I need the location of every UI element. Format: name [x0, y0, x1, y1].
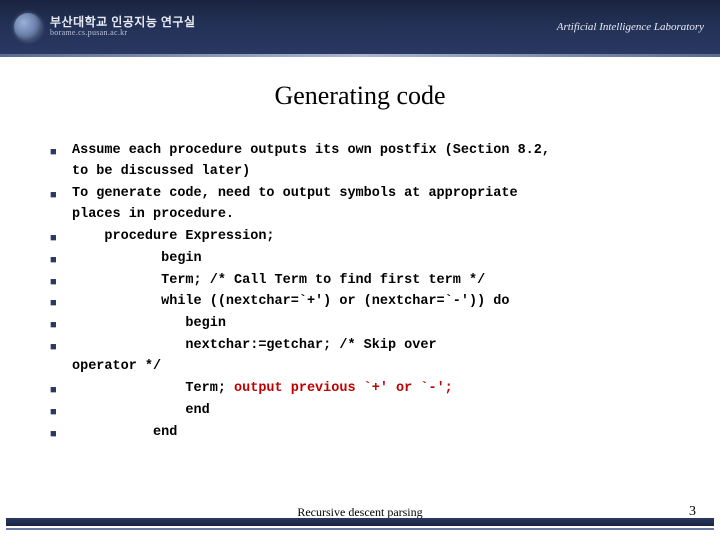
footer-bars [0, 518, 720, 530]
org-url: borame.cs.pusan.ac.kr [50, 29, 195, 38]
bullet-text: end [72, 423, 680, 444]
bullet-item: ■ procedure Expression; [50, 227, 680, 248]
bullet-item: ■ Assume each procedure outputs its own … [50, 141, 680, 183]
bullet-item: ■ nextchar:=getchar; /* Skip over operat… [50, 336, 680, 378]
bullet-text-plain: Term; [72, 381, 234, 396]
bullet-item: ■ end [50, 401, 680, 422]
bullet-icon: ■ [50, 144, 58, 161]
header-divider [0, 54, 720, 57]
bullet-icon: ■ [50, 252, 58, 269]
bullet-text: while ((nextchar=`+') or (nextchar=`-'))… [72, 292, 680, 313]
bullet-item: ■ To generate code, need to output symbo… [50, 184, 680, 226]
bullet-icon: ■ [50, 274, 58, 291]
bullet-icon: ■ [50, 382, 58, 399]
header-bar: 부산대학교 인공지능 연구실 borame.cs.pusan.ac.kr Art… [0, 0, 720, 54]
bullet-icon: ■ [50, 295, 58, 312]
bullet-text: begin [72, 314, 680, 335]
lab-name: Artificial Intelligence Laboratory [557, 21, 704, 33]
bullet-item: ■ Term; /* Call Term to find first term … [50, 271, 680, 292]
bullet-text: Term; output previous `+' or `-'; [72, 379, 680, 400]
bullet-icon: ■ [50, 339, 58, 356]
bullet-icon: ■ [50, 426, 58, 443]
bullet-text-highlight: output previous `+' or `-'; [234, 381, 453, 396]
bullet-item: ■ begin [50, 249, 680, 270]
bullet-text: begin [72, 249, 680, 270]
bullet-text: To generate code, need to output symbols… [72, 184, 680, 226]
bullet-text: Assume each procedure outputs its own po… [72, 141, 680, 183]
bullet-icon: ■ [50, 187, 58, 204]
bullet-item: ■ Term; output previous `+' or `-'; [50, 379, 680, 400]
bullet-text: procedure Expression; [72, 227, 680, 248]
slide-title: Generating code [0, 81, 720, 111]
logo-area: 부산대학교 인공지능 연구실 borame.cs.pusan.ac.kr [14, 13, 195, 41]
bullet-icon: ■ [50, 317, 58, 334]
footer-bar-thin [6, 528, 714, 530]
bullet-icon: ■ [50, 404, 58, 421]
bullet-icon: ■ [50, 230, 58, 247]
footer-bar-thick [6, 518, 714, 526]
content-area: ■ Assume each procedure outputs its own … [0, 141, 720, 540]
logo-text: 부산대학교 인공지능 연구실 borame.cs.pusan.ac.kr [50, 16, 195, 38]
logo-icon [14, 13, 42, 41]
bullet-item: ■ begin [50, 314, 680, 335]
bullet-text: nextchar:=getchar; /* Skip over operator… [72, 336, 680, 378]
bullet-text: end [72, 401, 680, 422]
bullet-item: ■ end [50, 423, 680, 444]
slide: 부산대학교 인공지능 연구실 borame.cs.pusan.ac.kr Art… [0, 0, 720, 540]
bullet-item: ■ while ((nextchar=`+') or (nextchar=`-'… [50, 292, 680, 313]
bullet-text: Term; /* Call Term to find first term */ [72, 271, 680, 292]
